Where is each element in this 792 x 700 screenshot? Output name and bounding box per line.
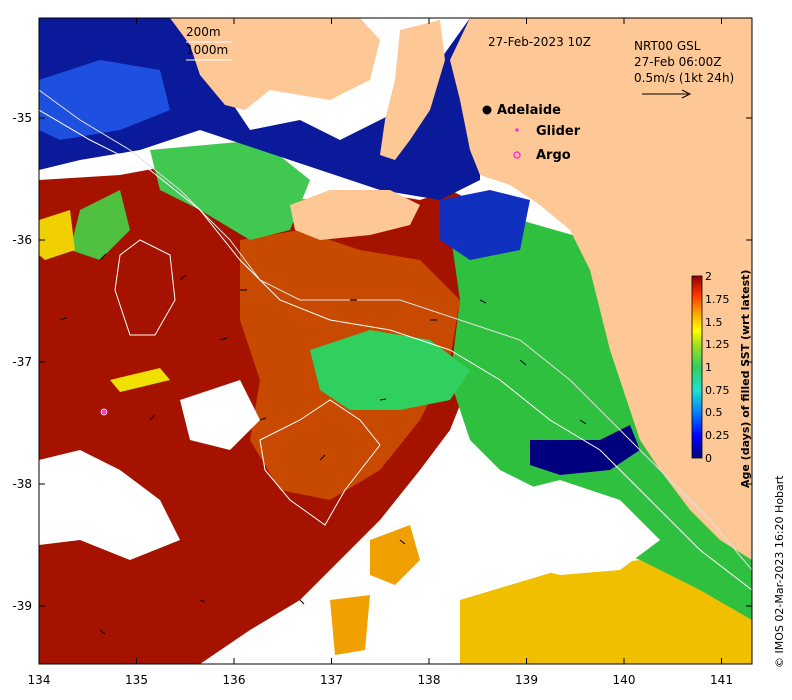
map-area [39,18,752,664]
colorbar-tick: 0.5 [705,406,723,419]
colorbar-tick: 0 [705,452,712,465]
colorbar-tick: 1 [705,361,712,374]
colorbar-tick: 0.75 [705,384,730,397]
x-tick-label: 136 [223,673,246,687]
colorbar-tick: 1.75 [705,293,730,306]
x-tick-label: 138 [418,673,441,687]
x-tick-label: 134 [28,673,51,687]
colorbar-tick: 0.25 [705,429,730,442]
glider-legend-dot [515,128,519,132]
x-tick-label: 141 [710,673,733,687]
x-tick-label: 135 [125,673,148,687]
date-title: 27-Feb-2023 10Z [488,35,591,49]
colorbar-tick: 2 [705,270,712,283]
y-tick-label: -38 [12,477,32,491]
legend-label-glider: Glider [536,124,581,139]
contour-label-200m: 200m [186,25,221,39]
y-tick-label: -35 [12,111,32,125]
colorbar-tick: 1.25 [705,338,730,351]
legend-label-argo: Argo [536,148,571,163]
x-tick-label: 140 [613,673,636,687]
x-tick-label: 137 [320,673,343,687]
colorbar-title: Age (days) of filled SST (wrt latest) [739,270,752,488]
x-tick-label: 139 [515,673,538,687]
y-tick-label: -36 [12,233,32,247]
y-tick-label: -37 [12,355,32,369]
sst-map: 134 135 136 137 138 139 140 141 -35 -36 … [12,17,786,687]
y-tick-label: -39 [12,599,32,613]
place-label-adelaide: Adelaide [497,103,561,118]
glider-marker [100,408,108,416]
current-scale: 0.5m/s (1kt 24h) [634,71,734,85]
current-source: NRT00 GSL [634,39,701,53]
current-time: 27-Feb 06:00Z [634,55,721,69]
credit-text: © IMOS 02-Mar-2023 16:20 Hobart [773,475,786,668]
contour-label-1000m: 1000m [186,43,228,57]
colorbar-gradient [691,275,703,459]
adelaide-marker [482,105,492,115]
colorbar-tick: 1.5 [705,316,723,329]
sst-orange-s2 [330,595,370,655]
